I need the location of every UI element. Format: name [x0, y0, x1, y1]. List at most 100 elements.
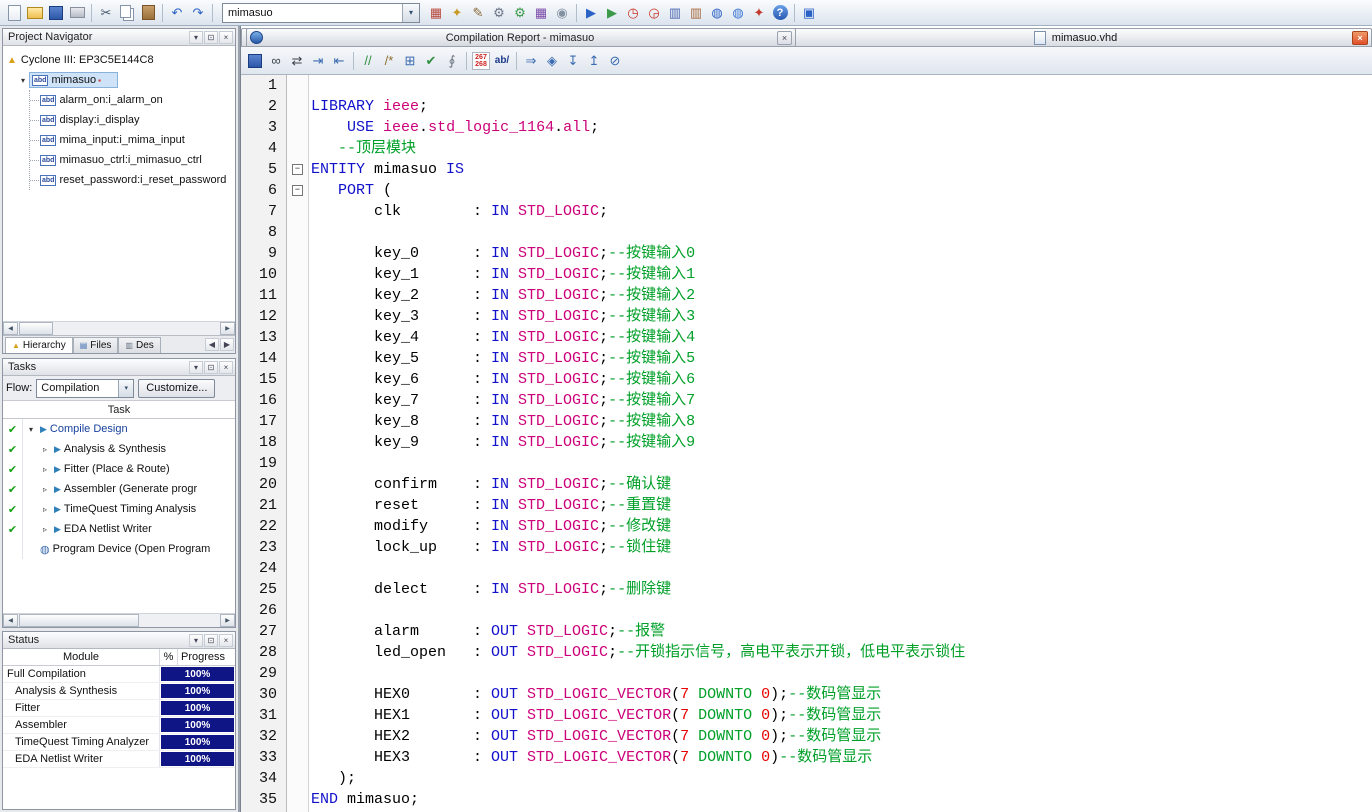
- scroll-right-icon[interactable]: ▶: [220, 322, 235, 335]
- code-area[interactable]: LIBRARY ieee; USE ieee.std_logic_1164.al…: [309, 75, 1372, 812]
- dropdown-icon[interactable]: ▾: [118, 380, 133, 397]
- code-line[interactable]: HEX0 : OUT STD_LOGIC_VECTOR(7 DOWNTO 0);…: [311, 684, 1372, 705]
- expand-icon[interactable]: ▹: [39, 445, 51, 454]
- window-pin-icon[interactable]: ▾: [189, 634, 203, 647]
- window-pin-icon[interactable]: ▾: [189, 31, 203, 44]
- support-icon[interactable]: ✦: [749, 3, 769, 23]
- copy-icon[interactable]: [117, 3, 137, 23]
- report-window-titlebar[interactable]: Compilation Report - mimasuo ×: [246, 28, 796, 47]
- code-line[interactable]: lock_up : IN STD_LOGIC;--锁住键: [311, 537, 1372, 558]
- insert-template-icon[interactable]: ⊞: [400, 51, 420, 71]
- task-row[interactable]: ✔▹▶Fitter (Place & Route): [3, 459, 235, 479]
- scroll-right-icon[interactable]: ▶: [220, 614, 235, 627]
- code-line[interactable]: [311, 222, 1372, 243]
- tab-hierarchy[interactable]: ▲Hierarchy: [5, 337, 73, 353]
- simulator-icon[interactable]: ◉: [552, 3, 572, 23]
- technology-viewer-icon[interactable]: ▥: [686, 3, 706, 23]
- tab-scroll-right-icon[interactable]: ▶: [220, 338, 234, 351]
- code-line[interactable]: key_3 : IN STD_LOGIC;--按键输入3: [311, 306, 1372, 327]
- code-line[interactable]: clk : IN STD_LOGIC;: [311, 201, 1372, 222]
- code-line[interactable]: key_0 : IN STD_LOGIC;--按键输入0: [311, 243, 1372, 264]
- module-column-header[interactable]: Module: [3, 649, 160, 665]
- window-close-icon[interactable]: ×: [219, 31, 233, 44]
- window-close-icon[interactable]: ×: [219, 634, 233, 647]
- open-file-icon[interactable]: [25, 3, 45, 23]
- scroll-track[interactable]: [18, 614, 220, 627]
- project-navigator-header[interactable]: Project Navigator ▾⊡×: [3, 29, 235, 46]
- code-line[interactable]: [311, 600, 1372, 621]
- code-line[interactable]: key_5 : IN STD_LOGIC;--按键输入5: [311, 348, 1372, 369]
- code-line[interactable]: --顶层模块: [311, 138, 1372, 159]
- scroll-left-icon[interactable]: ◀: [3, 614, 18, 627]
- window-float-icon[interactable]: ⊡: [204, 634, 218, 647]
- customize-button[interactable]: Customize...: [138, 379, 215, 398]
- code-line[interactable]: key_9 : IN STD_LOGIC;--按键输入9: [311, 432, 1372, 453]
- task-row[interactable]: ✔▹▶TimeQuest Timing Analysis: [3, 499, 235, 519]
- code-line[interactable]: led_open : OUT STD_LOGIC;--开锁指示信号，高电平表示开…: [311, 642, 1372, 663]
- task-row[interactable]: ✔▹▶EDA Netlist Writer: [3, 519, 235, 539]
- window-float-icon[interactable]: ⊡: [204, 31, 218, 44]
- window-close-icon[interactable]: ×: [219, 361, 233, 374]
- syntax-check-icon[interactable]: ✔: [421, 51, 441, 71]
- code-line[interactable]: END mimasuo;: [311, 789, 1372, 810]
- code-line[interactable]: delect : IN STD_LOGIC;--删除键: [311, 579, 1372, 600]
- code-line[interactable]: key_4 : IN STD_LOGIC;--按键输入4: [311, 327, 1372, 348]
- code-line[interactable]: LIBRARY ieee;: [311, 96, 1372, 117]
- assignment-editor-icon[interactable]: ✎: [468, 3, 488, 23]
- code-line[interactable]: [311, 558, 1372, 579]
- scroll-thumb[interactable]: [19, 322, 53, 335]
- flow-select[interactable]: Compilation ▾: [36, 379, 134, 398]
- redo-icon[interactable]: ↷: [188, 3, 208, 23]
- cut-icon[interactable]: ✂: [96, 3, 116, 23]
- pin-planner-icon[interactable]: ✦: [447, 3, 467, 23]
- rtl-viewer-icon[interactable]: ▥: [665, 3, 685, 23]
- settings-icon[interactable]: ⚙: [489, 3, 509, 23]
- web-icon[interactable]: ◍: [728, 3, 748, 23]
- scroll-left-icon[interactable]: ◀: [3, 322, 18, 335]
- code-line[interactable]: [311, 75, 1372, 96]
- attach-icon[interactable]: ∮: [442, 51, 462, 71]
- code-line[interactable]: [311, 453, 1372, 474]
- code-line[interactable]: reset : IN STD_LOGIC;--重置键: [311, 495, 1372, 516]
- code-line[interactable]: confirm : IN STD_LOGIC;--确认键: [311, 474, 1372, 495]
- code-line[interactable]: HEX3 : OUT STD_LOGIC_VECTOR(7 DOWNTO 0)-…: [311, 747, 1372, 768]
- expand-icon[interactable]: ▹: [39, 485, 51, 494]
- task-row[interactable]: ✔▹▶Analysis & Synthesis: [3, 439, 235, 459]
- replace-icon[interactable]: ⇄: [287, 51, 307, 71]
- fold-collapse-icon[interactable]: −: [292, 164, 303, 175]
- bookmark-next-icon[interactable]: ↧: [563, 51, 583, 71]
- tree-item-instance[interactable]: abddisplay:i_display: [30, 110, 235, 130]
- clear-bookmarks-icon[interactable]: ⊘: [605, 51, 625, 71]
- window-float-icon[interactable]: ⊡: [204, 361, 218, 374]
- task-row[interactable]: ✔▾▶Compile Design: [3, 419, 235, 439]
- collapse-icon[interactable]: ▾: [17, 76, 29, 85]
- uncomment-icon[interactable]: /*: [379, 51, 399, 71]
- task-row[interactable]: ✔▹▶Assembler (Generate progr: [3, 479, 235, 499]
- find-icon[interactable]: ∞: [266, 51, 286, 71]
- code-line[interactable]: [311, 663, 1372, 684]
- print-icon[interactable]: [67, 3, 87, 23]
- paste-icon[interactable]: [138, 3, 158, 23]
- decrease-indent-icon[interactable]: ⇤: [329, 51, 349, 71]
- tree-item-root[interactable]: ▾ abd mimasuo ▪: [3, 70, 235, 90]
- help-icon[interactable]: ?: [770, 3, 790, 23]
- compiler-settings-icon[interactable]: ⚙: [510, 3, 530, 23]
- code-line[interactable]: );: [311, 768, 1372, 789]
- new-file-icon[interactable]: [4, 3, 24, 23]
- code-line[interactable]: PORT (: [311, 180, 1372, 201]
- status-header[interactable]: Status ▾⊡×: [3, 632, 235, 649]
- expand-icon[interactable]: ▹: [39, 525, 51, 534]
- code-line[interactable]: modify : IN STD_LOGIC;--修改键: [311, 516, 1372, 537]
- fold-collapse-icon[interactable]: −: [292, 185, 303, 196]
- undo-icon[interactable]: ↶: [167, 3, 187, 23]
- line-column-indicator[interactable]: 267268: [471, 51, 491, 71]
- tree-item-instance[interactable]: abdmimasuo_ctrl:i_mimasuo_ctrl: [30, 150, 235, 170]
- code-line[interactable]: key_1 : IN STD_LOGIC;--按键输入1: [311, 264, 1372, 285]
- code-line[interactable]: key_7 : IN STD_LOGIC;--按键输入7: [311, 390, 1372, 411]
- editor-close-button[interactable]: ×: [1352, 31, 1368, 45]
- project-select[interactable]: mimasuo▾: [222, 3, 420, 23]
- goto-icon[interactable]: ⇒: [521, 51, 541, 71]
- task-row[interactable]: ◍Program Device (Open Program: [3, 539, 235, 559]
- increase-indent-icon[interactable]: ⇥: [308, 51, 328, 71]
- scroll-track[interactable]: [18, 322, 220, 335]
